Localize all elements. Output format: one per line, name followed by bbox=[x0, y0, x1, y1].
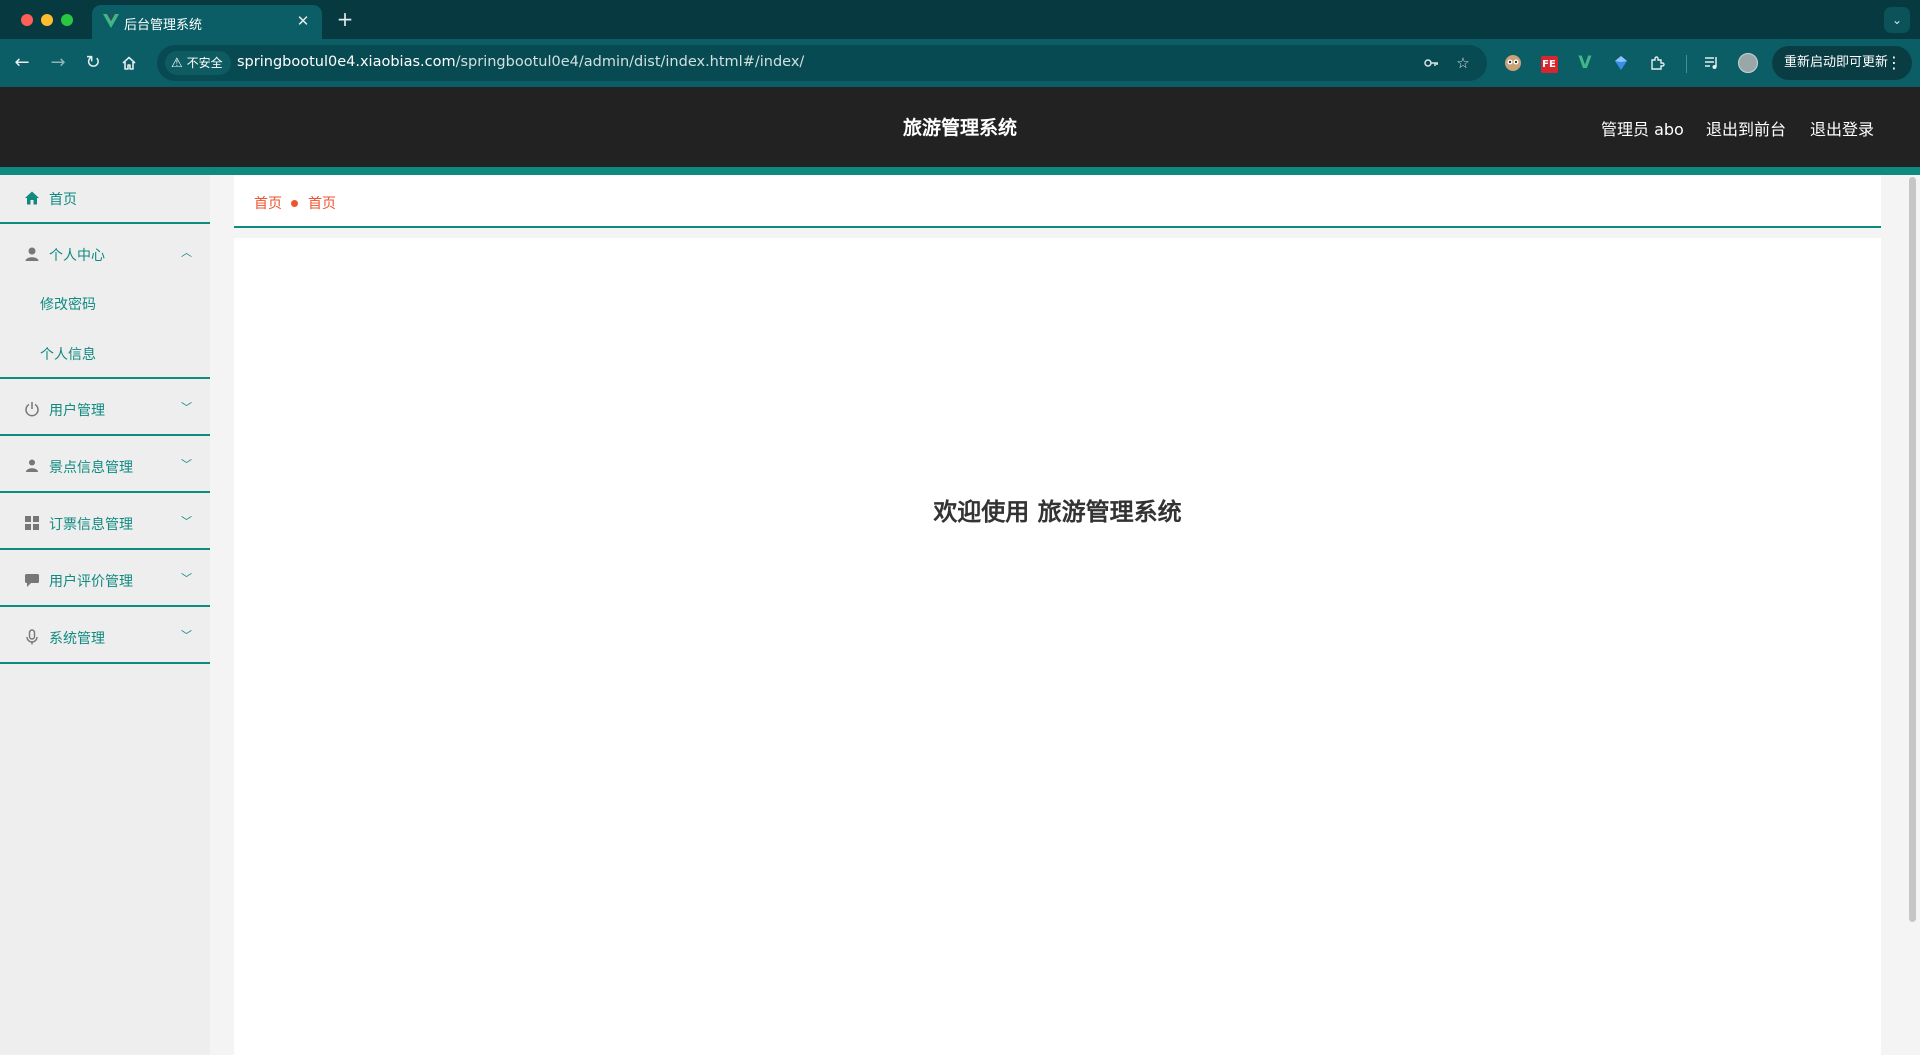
sidebar-item-label: 系统管理 bbox=[49, 631, 105, 647]
address-bar[interactable]: ⚠ 不安全 springbootul0e4.xiaobias.com/spring… bbox=[157, 45, 1487, 81]
browser-toolbar: ← → ↻ ⚠ 不安全 springbootul0e4.xiaobias.com/… bbox=[0, 39, 1920, 87]
browser-tab-bar: 后台管理系统 ✕ + ⌄ bbox=[0, 0, 1920, 39]
bookmark-star-icon[interactable]: ☆ bbox=[1453, 53, 1473, 73]
header-accent-stripe bbox=[0, 167, 1920, 175]
sidebar-item-scenic-spot-management[interactable]: 景点信息管理 ﹀ bbox=[0, 436, 210, 493]
security-indicator[interactable]: ⚠ 不安全 bbox=[165, 51, 231, 75]
sidebar-item-label: 订票信息管理 bbox=[49, 517, 133, 533]
reload-icon[interactable]: ↻ bbox=[81, 51, 105, 75]
user-icon bbox=[25, 247, 39, 261]
logout-link[interactable]: 退出登录 bbox=[1810, 116, 1874, 140]
power-icon bbox=[25, 402, 39, 417]
profile-avatar-icon[interactable] bbox=[1736, 51, 1760, 75]
media-control-icon[interactable] bbox=[1700, 51, 1724, 75]
breadcrumb-item-home[interactable]: 首页 bbox=[254, 193, 282, 213]
breadcrumb-separator-icon bbox=[291, 200, 298, 207]
window-close-button[interactable] bbox=[21, 14, 33, 26]
extension-fe-icon[interactable]: FE bbox=[1537, 51, 1561, 75]
extension-fe-label: FE bbox=[1540, 56, 1558, 73]
app-header: 旅游管理系统 管理员 abo 退出到前台 退出登录 bbox=[0, 87, 1920, 167]
sidebar-subitem-change-password[interactable]: 修改密码 bbox=[40, 294, 96, 314]
sidebar-item-personal-center[interactable]: 个人中心 ︿ 修改密码 个人信息 bbox=[0, 224, 210, 379]
url-host: springbootul0e4.xiaobias.com bbox=[237, 54, 456, 70]
sidebar-item-label: 景点信息管理 bbox=[49, 460, 133, 476]
exit-to-frontend-link[interactable]: 退出到前台 bbox=[1706, 116, 1786, 140]
sidebar-item-label: 用户评价管理 bbox=[49, 574, 133, 590]
breadcrumb: 首页 首页 bbox=[234, 175, 1881, 228]
sidebar-item-label: 用户管理 bbox=[49, 403, 105, 419]
new-tab-button[interactable]: + bbox=[334, 9, 356, 31]
relaunch-update-label: 重新启动即可更新 bbox=[1784, 55, 1889, 70]
person-icon bbox=[26, 459, 38, 472]
sidebar: 首页 个人中心 ︿ 修改密码 个人信息 用户管理 ﹀ 景点信息管理 ﹀ 订票信息… bbox=[0, 175, 210, 1055]
url-text[interactable]: springbootul0e4.xiaobias.com/springbootu… bbox=[237, 54, 804, 70]
scrollbar-thumb[interactable] bbox=[1909, 177, 1916, 922]
sidebar-item-review-management[interactable]: 用户评价管理 ﹀ bbox=[0, 550, 210, 607]
security-label: 不安全 bbox=[186, 56, 223, 70]
tab-search-chevron-icon[interactable]: ⌄ bbox=[1884, 7, 1910, 33]
url-path: /springbootul0e4/admin/dist/index.html#/… bbox=[455, 54, 805, 70]
chevron-up-icon: ︿ bbox=[181, 246, 192, 259]
sidebar-item-home[interactable]: 首页 bbox=[0, 175, 210, 224]
sidebar-item-label: 首页 bbox=[49, 192, 77, 208]
chevron-down-icon: ﹀ bbox=[181, 572, 192, 585]
toolbar-divider bbox=[1686, 55, 1687, 73]
tab-title: 后台管理系统 bbox=[124, 18, 203, 33]
forward-arrow-icon[interactable]: → bbox=[46, 51, 70, 75]
sidebar-item-system-management[interactable]: 系统管理 ﹀ bbox=[0, 607, 210, 664]
content-panel: 欢迎使用 旅游管理系统 bbox=[234, 238, 1881, 1055]
vue-logo-icon bbox=[103, 14, 119, 28]
password-key-icon[interactable] bbox=[1421, 53, 1441, 73]
sidebar-item-ticket-management[interactable]: 订票信息管理 ﹀ bbox=[0, 493, 210, 550]
chevron-down-icon: ﹀ bbox=[181, 401, 192, 414]
chevron-down-icon: ﹀ bbox=[181, 515, 192, 528]
admin-user-label: 管理员 abo bbox=[1601, 120, 1684, 139]
page-scrollbar[interactable] bbox=[1906, 175, 1920, 1055]
breadcrumb-item-current: 首页 bbox=[308, 196, 336, 212]
sidebar-item-user-management[interactable]: 用户管理 ﹀ bbox=[0, 379, 210, 436]
chat-icon bbox=[25, 574, 39, 587]
grid-icon bbox=[25, 516, 39, 530]
sidebar-item-label: 个人中心 bbox=[49, 248, 105, 264]
extension-vue-devtools-icon[interactable]: V bbox=[1573, 51, 1597, 75]
window-zoom-button[interactable] bbox=[61, 14, 73, 26]
tab-close-icon[interactable]: ✕ bbox=[294, 12, 312, 30]
browser-tab[interactable]: 后台管理系统 ✕ bbox=[92, 5, 322, 39]
welcome-heading: 欢迎使用 旅游管理系统 bbox=[933, 498, 1182, 526]
mic-icon bbox=[26, 629, 38, 645]
extensions-puzzle-icon[interactable] bbox=[1645, 51, 1669, 75]
extension-diamond-icon[interactable] bbox=[1609, 51, 1633, 75]
sidebar-subitem-personal-info[interactable]: 个人信息 bbox=[40, 344, 96, 364]
home-icon bbox=[25, 191, 39, 205]
chevron-down-icon: ﹀ bbox=[181, 629, 192, 642]
back-arrow-icon[interactable]: ← bbox=[10, 51, 34, 75]
more-menu-icon[interactable]: ⋮ bbox=[1886, 46, 1902, 80]
warning-triangle-icon: ⚠ bbox=[171, 56, 183, 71]
relaunch-update-button[interactable]: 重新启动即可更新 ⋮ bbox=[1772, 46, 1912, 80]
window-minimize-button[interactable] bbox=[41, 14, 53, 26]
extension-owl-icon[interactable] bbox=[1501, 51, 1525, 75]
chevron-down-icon: ﹀ bbox=[181, 458, 192, 471]
home-button-icon[interactable] bbox=[117, 51, 141, 75]
